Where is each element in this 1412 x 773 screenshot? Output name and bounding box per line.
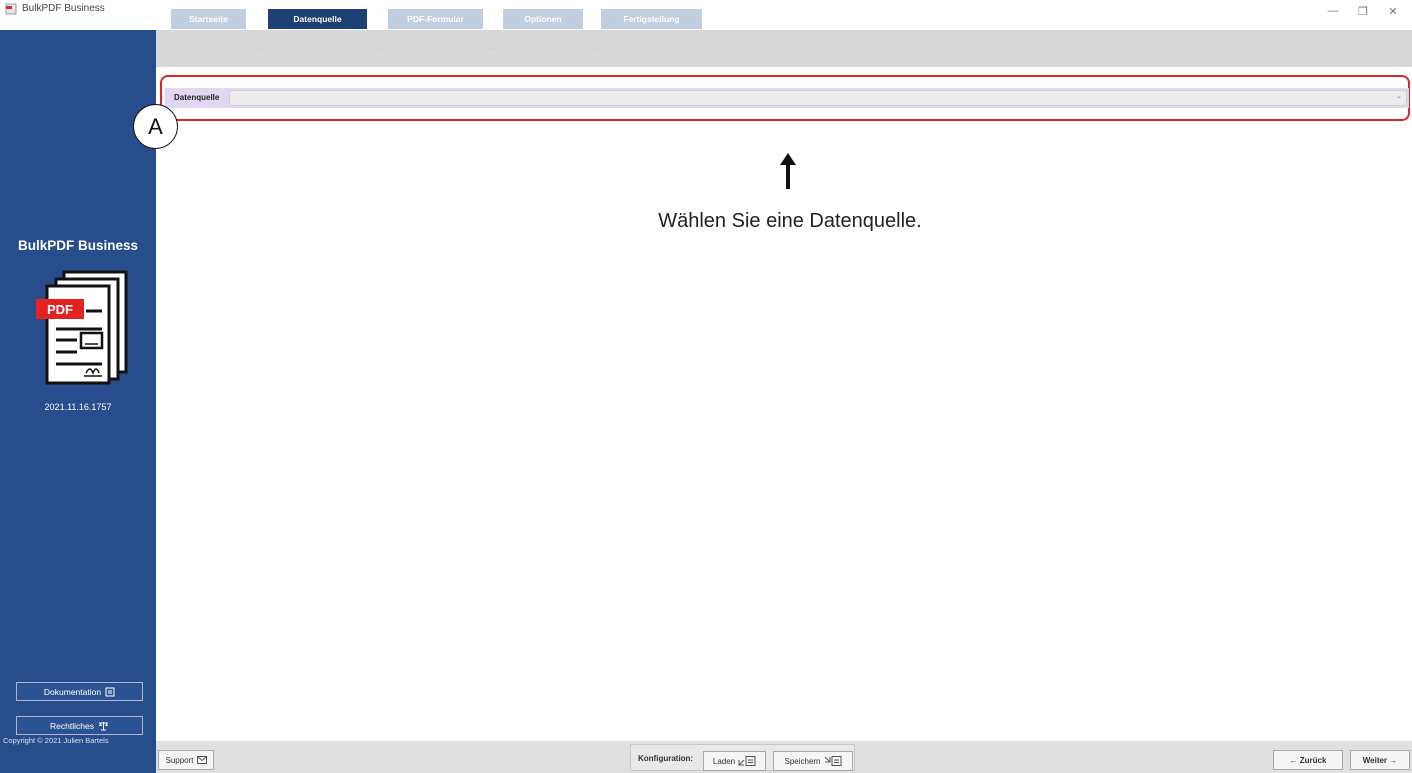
brand-title: BulkPDF Business (17, 238, 139, 253)
close-button[interactable]: ✕ (1378, 0, 1408, 22)
save-file-icon (824, 756, 842, 766)
maximize-button[interactable]: ❐ (1348, 0, 1378, 22)
step-navigation (156, 30, 1412, 67)
back-button[interactable]: ← Zurück (1273, 750, 1343, 770)
pdf-document-logo: PDF (36, 270, 128, 385)
documentation-button[interactable]: Dokumentation (16, 682, 143, 701)
pdf-badge-text: PDF (47, 302, 73, 317)
configuration-label: Konfiguration: (638, 754, 694, 763)
datasource-label: Datenquelle (174, 93, 220, 102)
tab-pdf-formular[interactable]: PDF-Formular (388, 9, 483, 29)
datasource-row: Datenquelle ⌄ (165, 88, 1409, 108)
load-button[interactable]: Laden (703, 751, 766, 771)
tab-startseite[interactable]: Startseite (171, 9, 246, 29)
window-title: BulkPDF Business (22, 3, 105, 14)
hint-text: Wählen Sie eine Datenquelle. (658, 210, 922, 232)
save-button[interactable]: Speichern (773, 751, 853, 771)
arrow-up-icon (780, 153, 796, 189)
chevron-down-icon: ⌄ (1396, 93, 1402, 100)
support-label: Support (165, 755, 194, 765)
step-arrow-icon: → (372, 42, 381, 52)
annotation-badge: A (133, 104, 178, 149)
load-file-icon (738, 756, 756, 766)
legal-label: Rechtliches (50, 720, 94, 731)
tab-fertigstellung[interactable]: Fertigstellung (601, 9, 702, 29)
scales-icon (98, 721, 108, 730)
next-button[interactable]: Weiter → (1350, 750, 1410, 770)
version-label: 2021.11.16.1757 (44, 402, 112, 412)
document-icon (105, 687, 115, 696)
minimize-button[interactable]: — (1318, 0, 1348, 22)
mail-icon (196, 756, 207, 764)
tab-optionen[interactable]: Optionen (503, 9, 583, 29)
copyright-text: Copyright © 2021 Julien Bartels (3, 736, 109, 745)
tab-datenquelle[interactable]: Datenquelle (268, 9, 367, 29)
step-arrow-icon: → (252, 42, 261, 52)
load-label: Laden (712, 756, 736, 766)
save-label: Speichern (784, 756, 821, 766)
support-button[interactable]: Support (158, 750, 214, 770)
app-icon (5, 3, 17, 15)
step-arrow-icon: → (488, 42, 497, 52)
legal-button[interactable]: Rechtliches (16, 716, 143, 735)
step-arrow-icon: → (588, 42, 597, 52)
documentation-label: Dokumentation (43, 686, 102, 697)
datasource-select[interactable]: ⌄ (229, 90, 1407, 106)
